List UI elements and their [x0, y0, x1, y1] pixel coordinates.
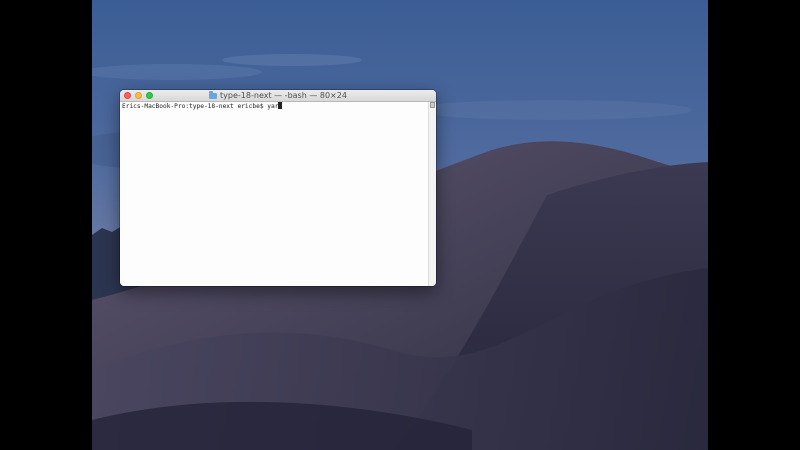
window-title: type-18-next — -bash — 80×24 — [220, 91, 347, 100]
shell-prompt: Erics-MacBook-Pro:type-18-next ericbe$ — [122, 103, 268, 110]
command-input[interactable]: yar — [267, 103, 278, 110]
terminal-window[interactable]: type-18-next — -bash — 80×24 Erics-MacBo… — [120, 90, 436, 286]
screen: type-18-next — -bash — 80×24 Erics-MacBo… — [0, 0, 800, 450]
folder-icon — [209, 90, 218, 99]
text-cursor — [278, 102, 283, 109]
terminal-output[interactable]: Erics-MacBook-Pro:type-18-next ericbe$ y… — [120, 102, 428, 286]
vertical-scrollbar[interactable] — [428, 102, 436, 286]
title-bar[interactable]: type-18-next — -bash — 80×24 — [120, 90, 436, 102]
window-title-area: type-18-next — -bash — 80×24 — [120, 90, 436, 101]
scrollbar-thumb[interactable] — [430, 102, 435, 108]
